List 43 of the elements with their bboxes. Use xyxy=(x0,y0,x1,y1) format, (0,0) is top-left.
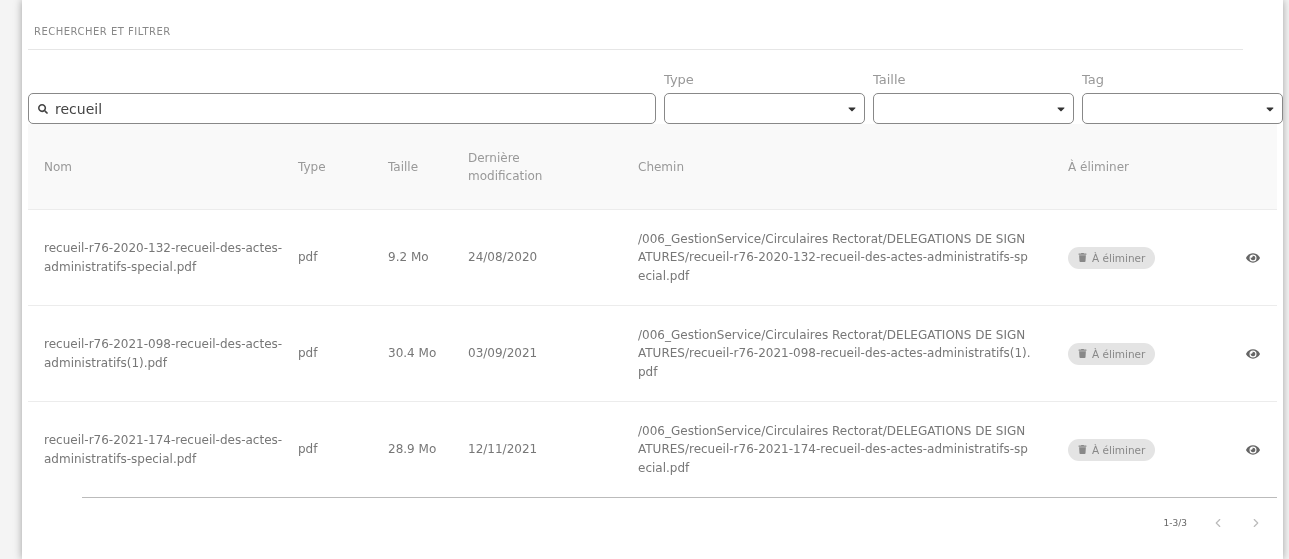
eye-icon xyxy=(1245,250,1260,265)
trash-icon xyxy=(1078,445,1087,454)
page-range: 1-3/3 xyxy=(1163,518,1187,528)
eliminate-chip[interactable]: À éliminer xyxy=(1068,342,1156,365)
column-header: Nom xyxy=(43,158,73,176)
view-button[interactable] xyxy=(1245,250,1260,265)
filter-label: Taille xyxy=(873,72,907,87)
file-name: recueil-r76-2021-174-recueil-des-actes-administratifs-special.pdf xyxy=(43,431,284,468)
file-path: /006_GestionService/Circulaires Rectorat/DELEGATIONS DE SIGNATURES/recueil-r76-2021-098-recueil-des-actes-administratifs(1).pdf xyxy=(637,326,1032,381)
modified-date: 03/09/2021 xyxy=(468,345,539,363)
modified-date: 24/08/2020 xyxy=(468,249,539,267)
file-path: /006_GestionService/Circulaires Rectorat/DELEGATIONS DE SIGNATURES/recueil-r76-2021-174-recueil-des-actes-administratifs-special.pdf xyxy=(637,422,1029,477)
filter-label: Tag xyxy=(1082,72,1105,87)
column-header: À éliminer xyxy=(1068,158,1131,176)
file-type: pdf xyxy=(298,441,319,459)
column-header: Taille xyxy=(388,158,420,176)
column-header: Chemin xyxy=(637,158,685,176)
file-path: /006_GestionService/Circulaires Rectorat/DELEGATIONS DE SIGNATURES/recueil-r76-2020-132-recueil-des-actes-administratifs-special.pdf xyxy=(637,230,1029,285)
view-button[interactable] xyxy=(1245,442,1260,457)
filter-dropdown[interactable] xyxy=(664,93,865,124)
filter-dropdown[interactable] xyxy=(873,93,1074,124)
file-size: 9.2 Mo xyxy=(388,249,430,267)
modified-date: 12/11/2021 xyxy=(468,441,539,459)
eye-icon xyxy=(1245,442,1260,457)
file-size: 30.4 Mo xyxy=(388,345,438,363)
file-name: recueil-r76-2020-132-recueil-des-actes-administratifs-special.pdf xyxy=(43,239,284,276)
file-size: 28.9 Mo xyxy=(388,441,438,459)
search-icon xyxy=(38,104,48,114)
file-name: recueil-r76-2021-098-recueil-des-actes-administratifs(1).pdf xyxy=(43,335,284,372)
eliminate-chip[interactable]: À éliminer xyxy=(1068,246,1156,269)
section-title: RECHERCHER ET FILTRER xyxy=(28,0,1243,50)
eliminate-chip[interactable]: À éliminer xyxy=(1068,438,1156,461)
search-field[interactable]: recueil xyxy=(28,93,656,124)
column-header: Dernière modification xyxy=(468,149,544,185)
filter-label: Type xyxy=(664,72,695,87)
file-type: pdf xyxy=(298,249,319,267)
trash-icon xyxy=(1078,349,1087,358)
filter-dropdown[interactable] xyxy=(1082,93,1283,124)
file-type: pdf xyxy=(298,345,319,363)
eye-icon xyxy=(1245,346,1260,361)
trash-icon xyxy=(1078,253,1087,262)
column-header: Type xyxy=(298,158,327,176)
view-button[interactable] xyxy=(1245,346,1260,361)
